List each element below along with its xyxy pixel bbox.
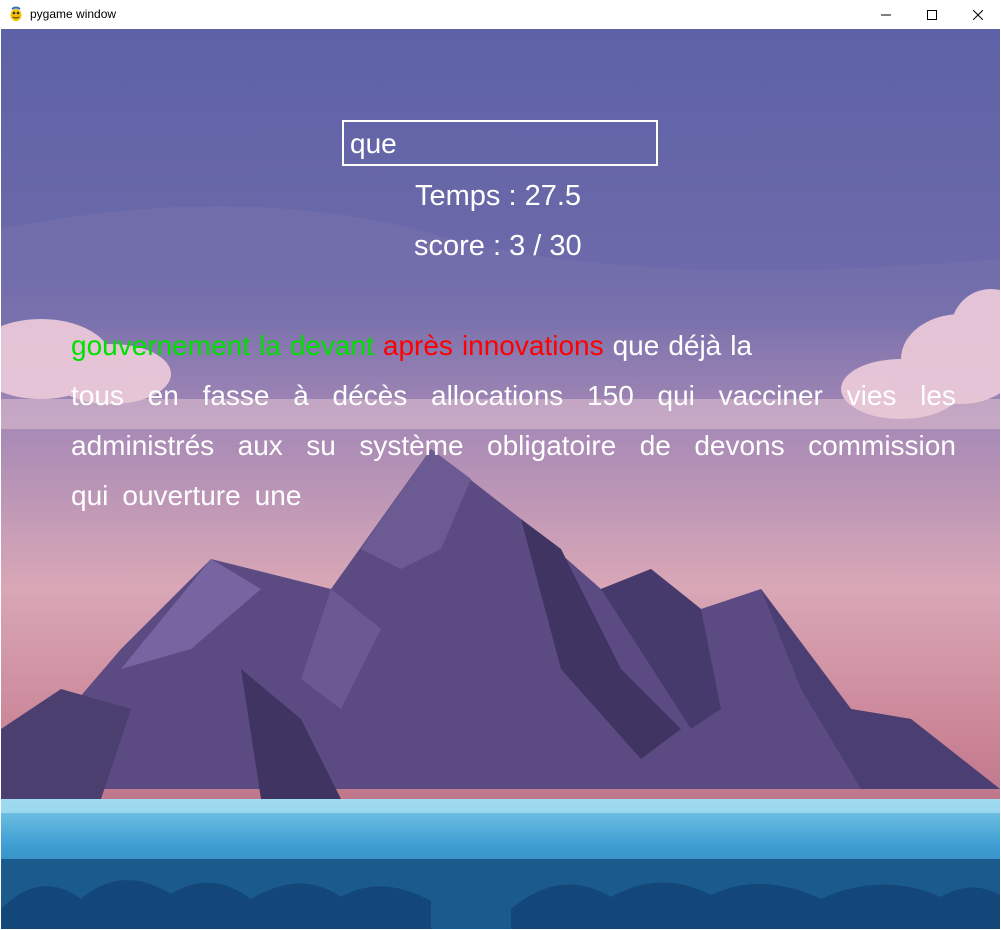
word-pending: que — [612, 330, 660, 361]
word-line-1: gouvernement la devant après innovations que d… — [71, 329, 761, 363]
word-pending: qui — [71, 480, 109, 511]
timer-text: Temps : 27.5 — [415, 180, 582, 212]
word-pending: 150 — [587, 380, 634, 411]
word-pending: devons — [694, 430, 785, 461]
word-pending: de — [639, 430, 671, 461]
game-canvas[interactable]: que Temps : 27.5 score : 3 / 30 gouverne… — [1, 29, 1000, 929]
word-line-3: administrés aux su système obligatoire de devo… — [71, 429, 956, 463]
word-pending: en — [147, 380, 179, 411]
word-pending: fasse — [202, 380, 270, 411]
word-pending: vies — [846, 380, 897, 411]
word-pending: vacciner — [718, 380, 823, 411]
close-icon — [973, 9, 983, 20]
word-pending: administrés — [71, 430, 215, 461]
word-correct: la — [259, 330, 281, 361]
minimize-icon — [881, 14, 891, 15]
word-pending: tous — [71, 380, 124, 411]
word-pending: décès — [332, 380, 408, 411]
word-pending: ouverture — [122, 480, 241, 511]
window-titlebar[interactable]: pygame window — [0, 0, 1001, 29]
word-pending: obligatoire — [487, 430, 617, 461]
word-pending: qui — [657, 380, 695, 411]
word-line-2: tous en fasse à décès allocations 150 qui vaccin… — [71, 379, 956, 413]
word-pending: déjà — [668, 330, 722, 361]
word-pending: la — [730, 330, 753, 361]
word-pending: système — [359, 430, 464, 461]
word-pending: les — [920, 380, 956, 411]
word-pending: allocations — [431, 380, 564, 411]
word-correct: devant — [289, 330, 374, 361]
window-title: pygame window — [30, 7, 117, 21]
word-wrong: innovations — [461, 330, 604, 361]
word-input-box[interactable]: que — [342, 120, 658, 166]
word-pending: à — [293, 380, 309, 411]
word-pending: aux — [237, 430, 283, 461]
word-line-4: qui ouverture une — [71, 479, 315, 513]
word-pending: su — [306, 430, 336, 461]
minimize-button[interactable] — [863, 0, 909, 29]
word-correct: gouvernement — [71, 330, 251, 361]
word-pending: une — [254, 480, 302, 511]
pygame-snake-icon — [10, 6, 22, 21]
word-wrong: après — [382, 330, 453, 361]
close-button[interactable] — [955, 0, 1001, 29]
score-text: score : 3 / 30 — [414, 230, 582, 262]
word-pending: commission — [808, 430, 956, 461]
word-input-value: que — [350, 128, 397, 159]
maximize-button[interactable] — [909, 0, 955, 29]
maximize-icon — [927, 9, 937, 20]
